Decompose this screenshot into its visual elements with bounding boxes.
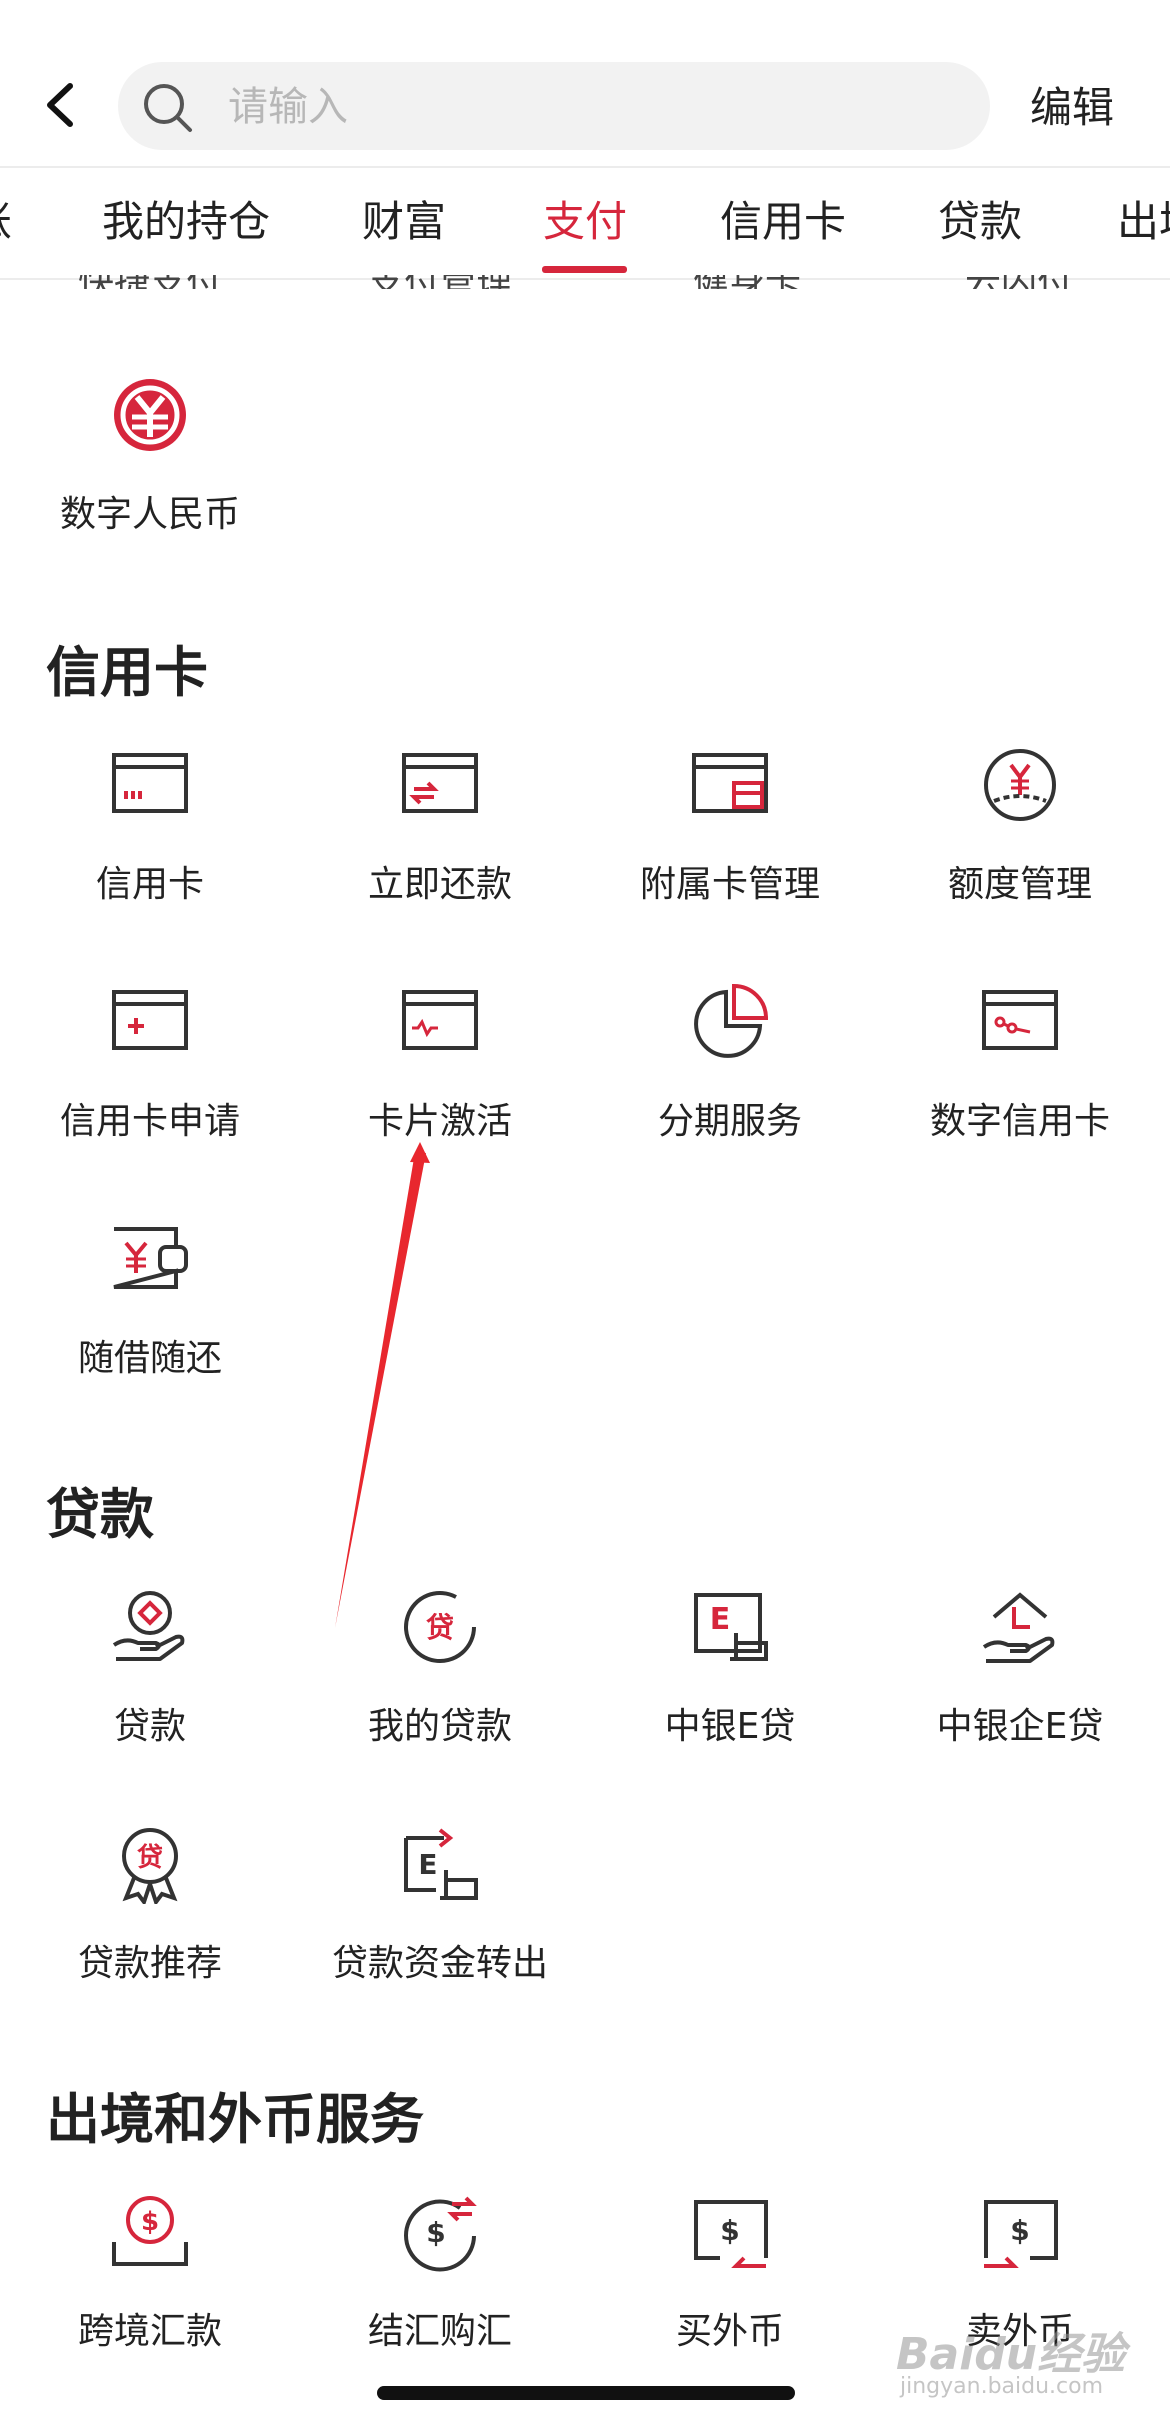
- grid-item-label: 贷款资金转出: [331, 1943, 548, 1984]
- tab-overseas[interactable]: 出境: [1117, 192, 1170, 252]
- grid-item-label: 中银企E贷: [936, 1706, 1104, 1747]
- svg-text:$: $: [1010, 2214, 1029, 2247]
- svg-text:贷: 贷: [426, 1611, 454, 1644]
- tab-account[interactable]: 账: [0, 192, 12, 252]
- grid-item-loan-transfer[interactable]: E 贷款资金转出: [295, 1824, 585, 2024]
- category-tabs: 账 我的持仓 财富 支付 信用卡 贷款 出境: [0, 168, 1170, 280]
- grid-item-card-apply[interactable]: 信用卡申请: [5, 982, 295, 1182]
- grid-item-exchange[interactable]: $ 结汇购汇: [295, 2192, 585, 2392]
- search-icon: [144, 84, 192, 132]
- grid-item-label: 中银E贷: [664, 1706, 796, 1747]
- search-bar[interactable]: [118, 62, 990, 152]
- repay-card-icon: [402, 753, 478, 813]
- grid-item-label: 结汇购汇: [367, 2311, 512, 2352]
- tab-payment[interactable]: 支付: [543, 192, 627, 252]
- grid-item-installment[interactable]: 分期服务: [585, 982, 875, 1182]
- back-button[interactable]: [30, 70, 90, 140]
- grid-item-label: 我的贷款: [367, 1706, 512, 1747]
- grid-item-credit-card[interactable]: 信用卡: [5, 745, 295, 945]
- home-indicator[interactable]: [377, 2386, 795, 2400]
- search-input[interactable]: [226, 62, 930, 152]
- grid-item-label: 贷款: [113, 1706, 186, 1747]
- grid-item-supplementary[interactable]: 附属卡管理: [585, 745, 875, 945]
- grid-item-enterprise-loan[interactable]: 中银企E贷: [875, 1587, 1165, 1787]
- grid-item-label: 分期服务: [657, 1101, 802, 1142]
- loan-hand-icon: [112, 1591, 185, 1661]
- grid-item-label: 立即还款: [367, 864, 512, 905]
- active-tab-indicator: [542, 266, 627, 273]
- cross-border-remit-icon: $: [112, 2196, 188, 2266]
- grid-item-label: 贷款推荐: [77, 1943, 222, 1984]
- svg-text:$: $: [720, 2214, 739, 2247]
- tab-wealth[interactable]: 财富: [362, 192, 446, 252]
- grid-item-loan-recommend[interactable]: 贷 贷款推荐: [5, 1824, 295, 2024]
- grid-item-label: 跨境汇款: [77, 2311, 222, 2352]
- digital-card-icon: [982, 990, 1058, 1050]
- enterprise-loan-icon: [982, 1592, 1055, 1663]
- grid-item-label: 买外币: [675, 2311, 784, 2352]
- sell-fx-icon: $: [984, 2200, 1058, 2268]
- grid-item-repay[interactable]: 立即还款: [295, 745, 585, 945]
- partial-label: 健身卡: [693, 275, 801, 289]
- credit-card-icon: [112, 753, 188, 813]
- grid-item-digital-card[interactable]: 数字信用卡: [875, 982, 1165, 1182]
- grid-item-label: 卡片激活: [367, 1101, 512, 1142]
- loan-transfer-icon: E: [404, 1828, 478, 1900]
- section-title-credit: 信用卡: [46, 641, 208, 704]
- svg-text:贷: 贷: [137, 1842, 163, 1873]
- grid-item-credit-limit[interactable]: 额度管理: [875, 745, 1165, 945]
- grid-item-digital-rmb[interactable]: 数字人民币: [5, 375, 295, 575]
- grid-item-label: 额度管理: [947, 864, 1092, 905]
- grid-item-label: 随借随还: [77, 1338, 222, 1379]
- credit-limit-icon: [984, 749, 1056, 821]
- supplementary-card-icon: [692, 753, 768, 813]
- partial-label: 支付管理: [368, 275, 512, 289]
- partial-label: 云闪付: [965, 275, 1073, 289]
- tab-loan[interactable]: 贷款: [938, 192, 1022, 252]
- grid-item-buy-fx[interactable]: $ 买外币: [585, 2192, 875, 2392]
- my-loan-icon: 贷: [404, 1591, 476, 1663]
- chevron-left-icon: [47, 83, 73, 127]
- grid-item-cross-border[interactable]: $ 跨境汇款: [5, 2192, 295, 2392]
- top-bar: 编辑: [0, 0, 1170, 168]
- watermark-logo: Baidu经验: [896, 2329, 1126, 2380]
- loan-badge-icon: 贷: [122, 1828, 178, 1904]
- section-title-loan: 贷款: [46, 1483, 154, 1546]
- e-loan-icon: E: [694, 1593, 768, 1661]
- digital-rmb-icon: [114, 379, 186, 451]
- wallet-icon: [113, 1227, 188, 1289]
- grid-item-label: 数字人民币: [59, 494, 240, 535]
- grid-item-e-loan[interactable]: E 中银E贷: [585, 1587, 875, 1787]
- watermark-url: jingyan.baidu.com: [900, 2374, 1104, 2399]
- svg-text:E: E: [418, 1848, 437, 1881]
- svg-text:$: $: [426, 2216, 445, 2249]
- grid-item-label: 附属卡管理: [639, 864, 820, 905]
- tab-credit-card[interactable]: 信用卡: [720, 192, 846, 252]
- svg-text:$: $: [141, 2207, 159, 2237]
- installment-pie-icon: [694, 983, 769, 1058]
- tab-holdings[interactable]: 我的持仓: [102, 192, 270, 252]
- exchange-icon: $: [404, 2196, 477, 2272]
- section-title-fx: 出境和外币服务: [46, 2088, 424, 2151]
- annotation-arrow: [335, 1142, 430, 1628]
- card-apply-icon: [112, 990, 188, 1050]
- grid-item-label: 信用卡: [95, 864, 204, 905]
- svg-text:E: E: [710, 1602, 731, 1637]
- grid-item-label: 数字信用卡: [929, 1101, 1110, 1142]
- buy-fx-icon: $: [694, 2200, 768, 2268]
- edit-button[interactable]: 编辑: [1030, 78, 1150, 138]
- grid-item-card-activate[interactable]: 卡片激活: [295, 982, 585, 1182]
- card-activate-icon: [402, 990, 478, 1050]
- grid-item-loan[interactable]: 贷款: [5, 1587, 295, 1787]
- grid-item-wallet[interactable]: 随借随还: [5, 1219, 295, 1419]
- partial-label: 快捷支付: [78, 275, 222, 289]
- grid-item-my-loan[interactable]: 贷 我的贷款: [295, 1587, 585, 1787]
- partial-row: 快捷支付 支付管理 健身卡 云闪付: [0, 275, 1170, 289]
- grid-item-label: 信用卡申请: [59, 1101, 240, 1142]
